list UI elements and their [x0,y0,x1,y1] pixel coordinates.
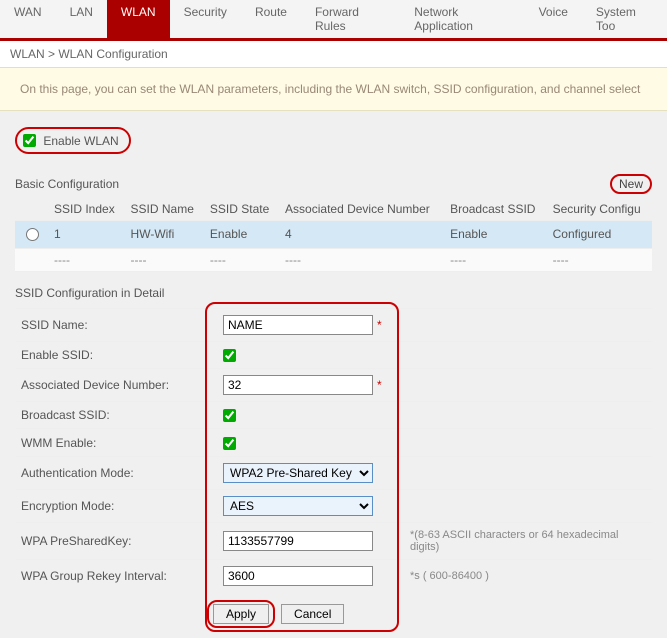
cancel-button[interactable]: Cancel [281,604,344,624]
col-ssid-index: SSID Index [48,198,125,221]
enable-wlan-row: Enable WLAN [15,127,131,154]
detail-form: SSID Name: * Enable SSID: Associated Dev… [15,308,652,592]
apply-highlight: Apply [207,600,275,628]
psk-hint: *(8-63 ASCII characters or 64 hexadecima… [404,522,652,559]
new-button[interactable]: New [610,174,652,194]
nav-wlan[interactable]: WLAN [107,0,170,38]
basic-config-title: Basic Configuration [15,177,119,191]
apply-button[interactable]: Apply [213,604,269,624]
detail-title: SSID Configuration in Detail [15,286,652,300]
ssid-name-input[interactable] [223,315,373,335]
nav-wan[interactable]: WAN [0,0,56,38]
page-notice: On this page, you can set the WLAN param… [0,68,667,111]
enc-mode-select[interactable]: AES [223,496,373,516]
nav-voice[interactable]: Voice [525,0,582,38]
ssid-table: SSID Index SSID Name SSID State Associat… [15,198,652,272]
nav-lan[interactable]: LAN [56,0,107,38]
table-row: ---- ---- ---- ---- ---- ---- [15,248,652,271]
broadcast-ssid-checkbox[interactable] [223,409,236,422]
nav-system[interactable]: System Too [582,0,667,38]
label-rekey: WPA Group Rekey Interval: [15,559,217,592]
label-enc-mode: Encryption Mode: [15,489,217,522]
label-assoc-num: Associated Device Number: [15,369,217,402]
enable-wlan-checkbox[interactable] [23,134,36,147]
label-enable-ssid: Enable SSID: [15,341,217,368]
psk-input[interactable] [223,531,373,551]
wmm-enable-checkbox[interactable] [223,437,236,450]
col-security: Security Configu [547,198,652,221]
auth-mode-select[interactable]: WPA2 Pre-Shared Key [223,463,373,483]
col-broadcast: Broadcast SSID [444,198,547,221]
col-assoc-num: Associated Device Number [279,198,444,221]
rekey-input[interactable] [223,566,373,586]
top-nav: WAN LAN WLAN Security Route Forward Rule… [0,0,667,41]
nav-security[interactable]: Security [170,0,241,38]
nav-forward-rules[interactable]: Forward Rules [301,0,400,38]
breadcrumb: WLAN > WLAN Configuration [0,41,667,68]
rekey-hint: *s ( 600-86400 ) [404,559,652,592]
label-psk: WPA PreSharedKey: [15,522,217,559]
label-wmm: WMM Enable: [15,429,217,456]
enable-ssid-checkbox[interactable] [223,349,236,362]
nav-network-app[interactable]: Network Application [400,0,524,38]
table-row[interactable]: 1 HW-Wifi Enable 4 Enable Configured [15,220,652,248]
nav-route[interactable]: Route [241,0,301,38]
row-select-radio[interactable] [26,228,39,241]
col-ssid-name: SSID Name [125,198,204,221]
label-ssid-name: SSID Name: [15,308,217,341]
label-auth-mode: Authentication Mode: [15,456,217,489]
assoc-num-input[interactable] [223,375,373,395]
enable-wlan-label: Enable WLAN [43,134,118,148]
col-ssid-state: SSID State [204,198,279,221]
label-broadcast: Broadcast SSID: [15,402,217,429]
